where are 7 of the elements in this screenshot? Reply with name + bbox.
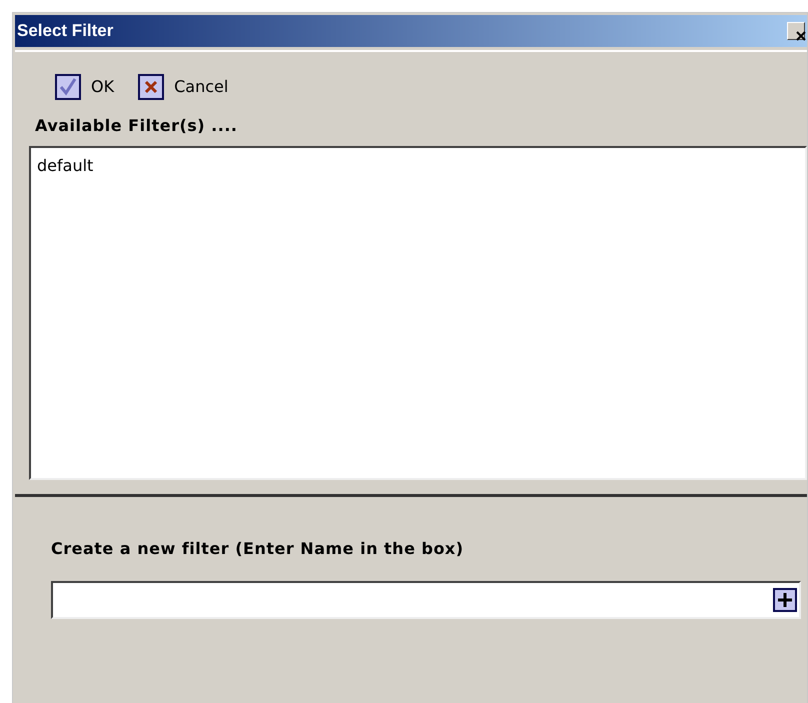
section-label: Available Filter(s) ....	[35, 115, 238, 137]
section-label: Create a new filter (Enter Name in the box)	[51, 538, 465, 560]
window-title: Select Filter	[17, 20, 114, 42]
cancel-button[interactable]: Cancel	[138, 74, 228, 100]
ok-button[interactable]: OK	[55, 74, 114, 100]
filter-list[interactable]: default	[29, 146, 807, 480]
list-item[interactable]: default	[35, 154, 801, 178]
